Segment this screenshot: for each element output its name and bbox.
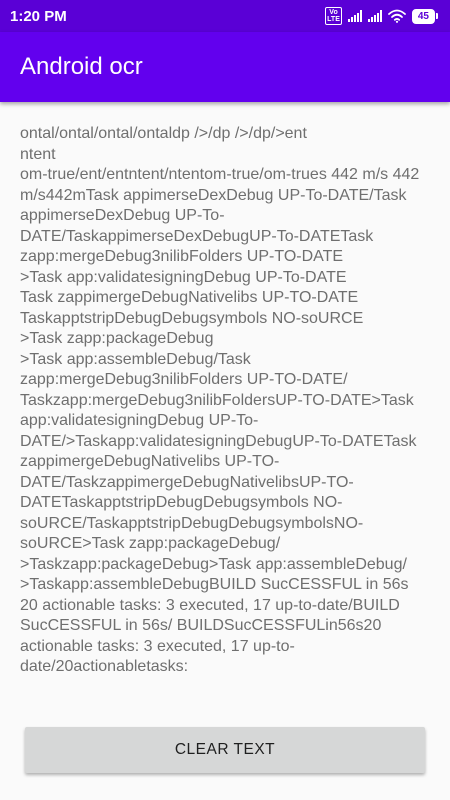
battery-icon: 45 xyxy=(411,8,438,24)
volte-label-top: Vo xyxy=(329,9,338,16)
signal-icon xyxy=(347,10,362,22)
status-icons: Vo LTE 45 xyxy=(325,7,438,25)
signal-icon xyxy=(367,10,382,22)
battery-level: 45 xyxy=(411,8,435,24)
app-bar: Android ocr xyxy=(0,32,450,102)
volte-icon: Vo LTE xyxy=(325,7,342,25)
status-time: 1:20 PM xyxy=(10,7,67,25)
wifi-icon xyxy=(387,9,406,23)
volte-label-bottom: LTE xyxy=(327,16,340,23)
app-title: Android ocr xyxy=(20,53,143,80)
ocr-result-text: ontal/ontal/ontal/ontaldp />/dp />/dp/>e… xyxy=(20,125,420,675)
status-bar: 1:20 PM Vo LTE 45 xyxy=(0,0,450,32)
clear-text-button[interactable]: CLEAR TEXT xyxy=(25,727,425,773)
